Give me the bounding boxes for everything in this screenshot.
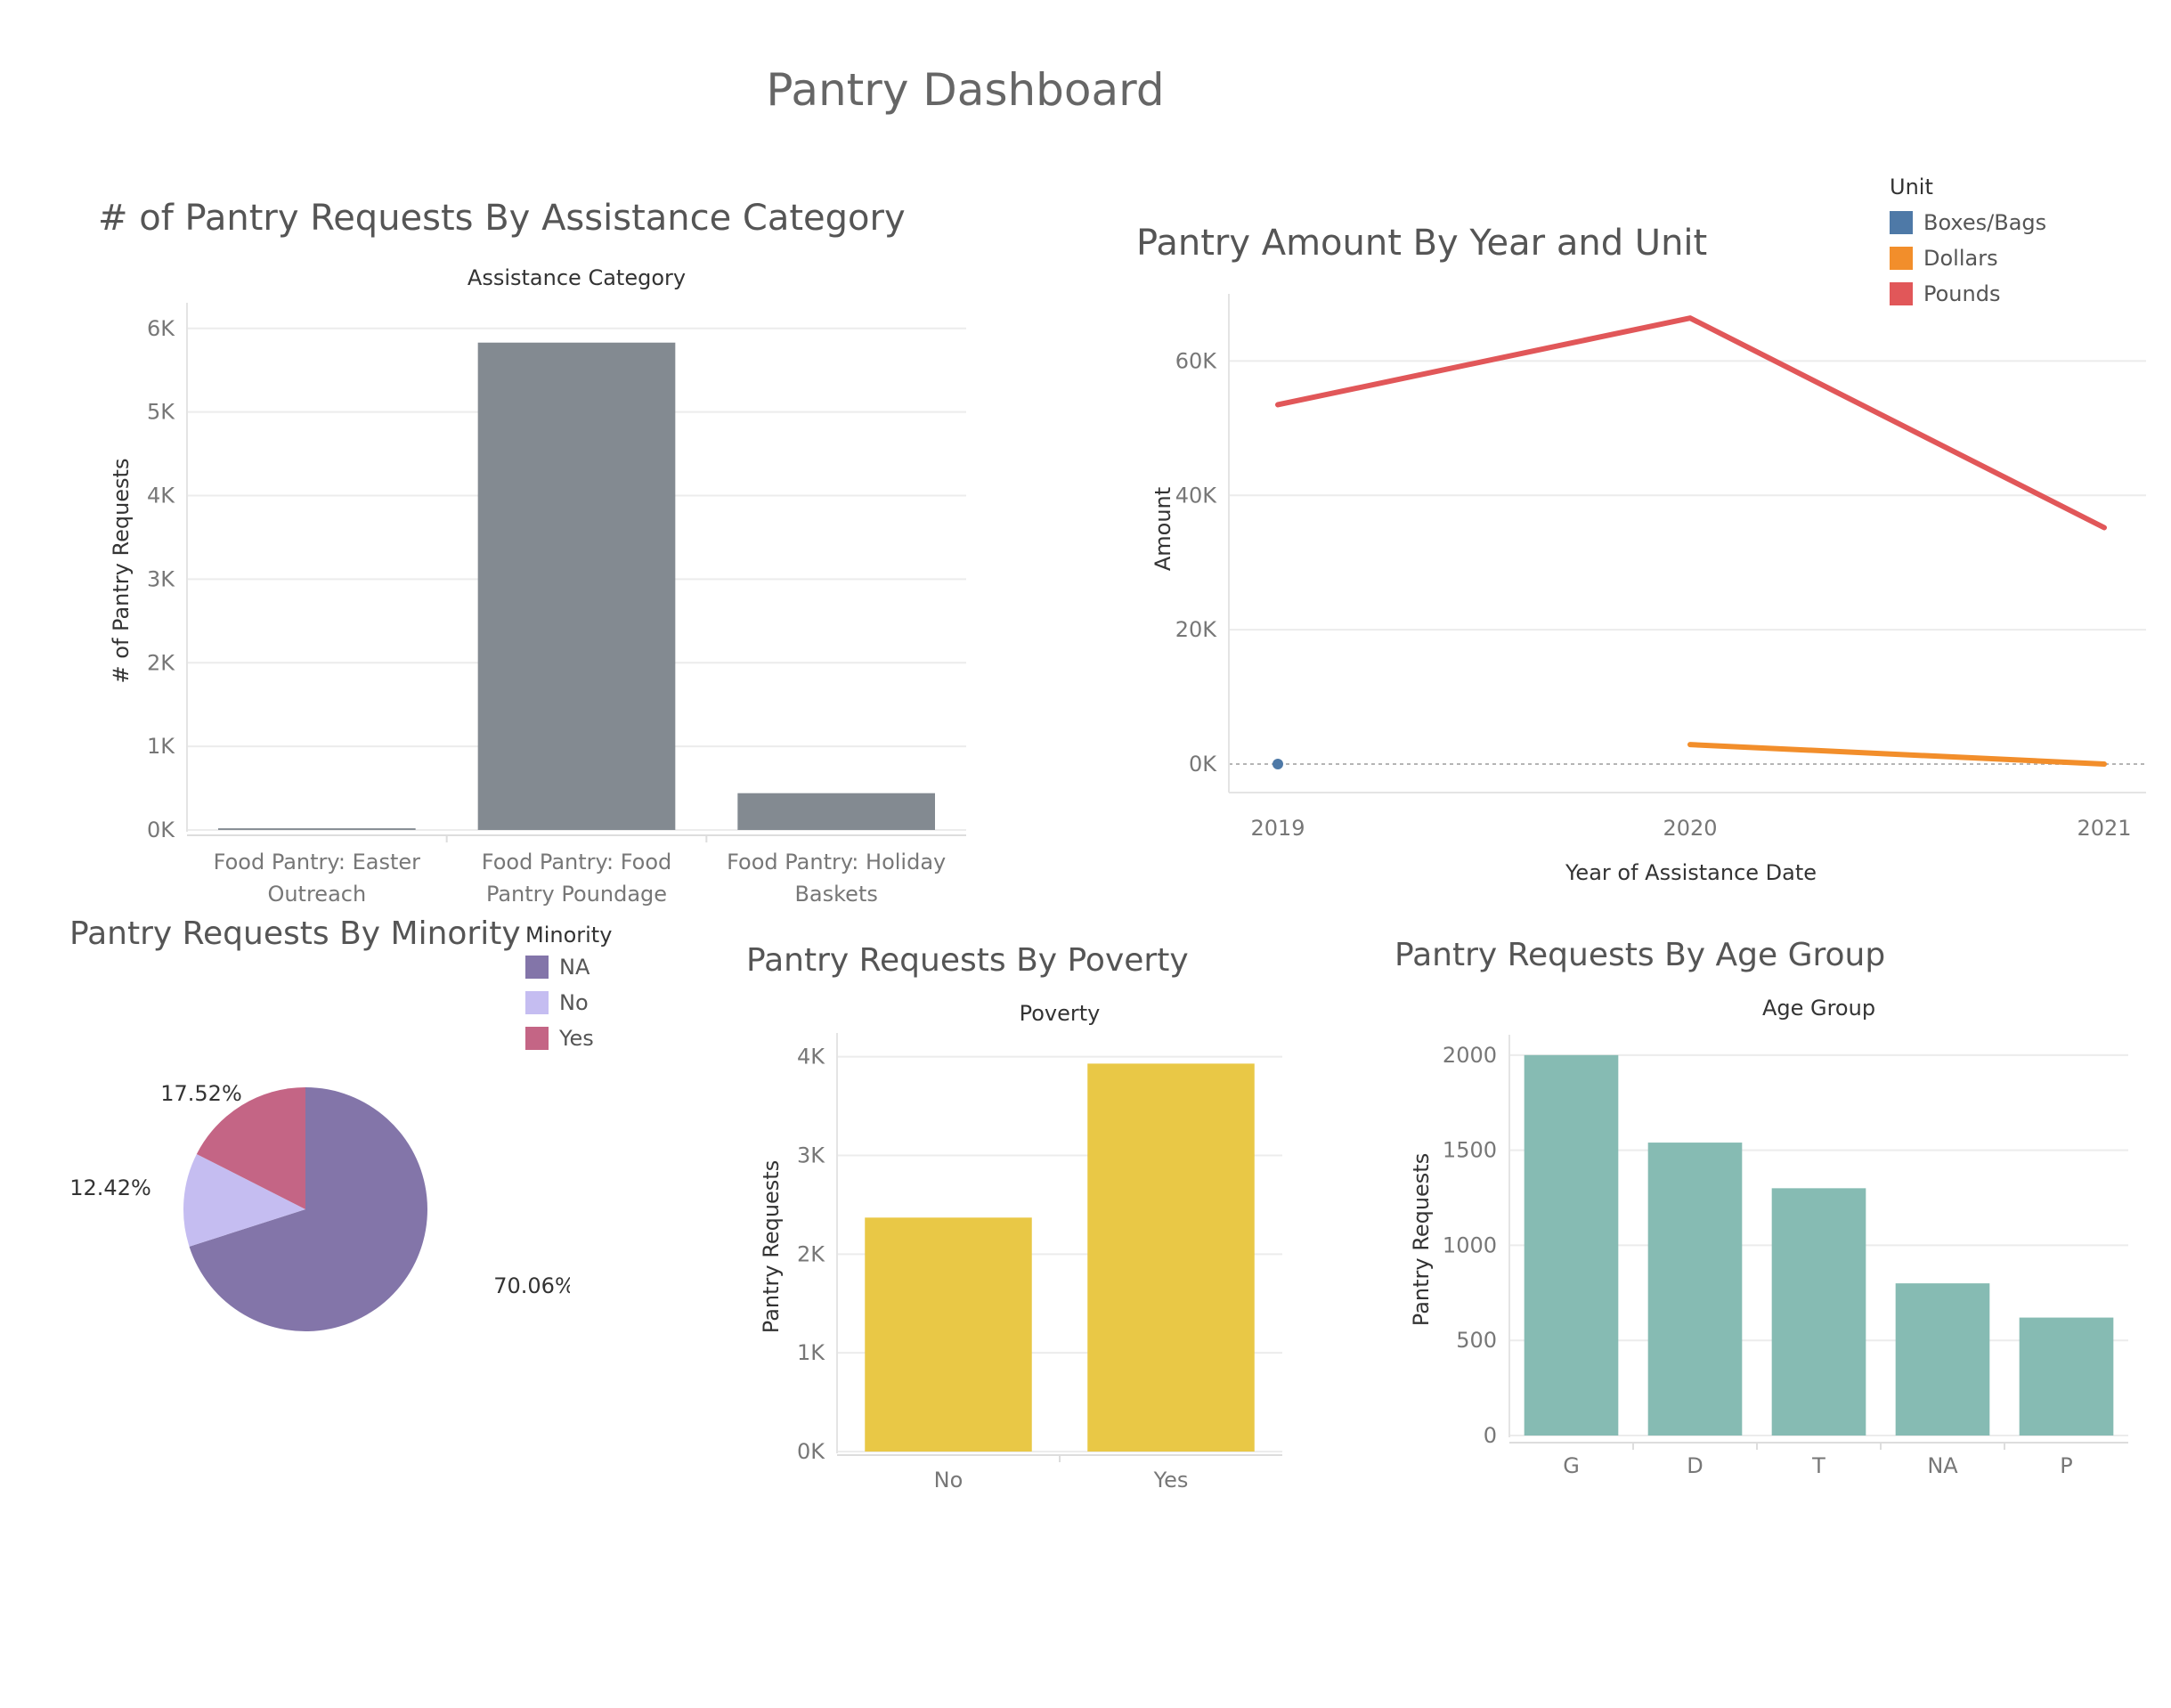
bar[interactable] bbox=[865, 1217, 1032, 1452]
bar[interactable] bbox=[1524, 1054, 1619, 1436]
y-tick-label: 20K bbox=[1175, 617, 1218, 642]
poverty-chart-title: Pantry Requests By Poverty bbox=[746, 942, 1189, 979]
y-tick-label: 60K bbox=[1175, 348, 1218, 373]
age-chart-title: Pantry Requests By Age Group bbox=[1394, 937, 1886, 973]
minority-legend-title: Minority bbox=[525, 923, 613, 948]
x-tick-label: 2020 bbox=[1663, 816, 1717, 841]
legend-label-no: No bbox=[559, 990, 589, 1015]
series-point[interactable] bbox=[1273, 759, 1283, 769]
x-tick-label: NA bbox=[1927, 1453, 1958, 1478]
x-tick-label: Food Pantry: Easter bbox=[214, 850, 420, 874]
legend-item-dollars[interactable]: Dollars bbox=[1890, 240, 2046, 276]
legend-item-no[interactable]: No bbox=[525, 985, 612, 1021]
slice-label: 12.42% bbox=[71, 1175, 151, 1200]
slice-label: 70.06% bbox=[493, 1273, 570, 1298]
age-bar-chart: Age Group 0 500 1000 1500 2000 Pantry Requests… bbox=[1409, 996, 2128, 1478]
y-axis-label: Pantry Requests bbox=[759, 1160, 784, 1333]
poverty-bar-chart: Poverty 0K 1K 2K 3K 4K Pantry Requests No Yes bbox=[759, 1001, 1282, 1492]
x-tick-label: No bbox=[934, 1468, 964, 1492]
bar[interactable] bbox=[1771, 1188, 1866, 1436]
legend-label-na: NA bbox=[559, 955, 590, 980]
minority-legend: Minority NA No Yes bbox=[525, 923, 612, 1056]
y-tick-label: 1K bbox=[147, 734, 175, 759]
series-line[interactable] bbox=[1687, 742, 2107, 767]
y-tick-label: 1K bbox=[797, 1340, 825, 1365]
bar[interactable] bbox=[218, 828, 416, 830]
x-axis-label: Year of Assistance Date bbox=[1565, 860, 1817, 885]
bar[interactable] bbox=[1087, 1063, 1255, 1452]
bar[interactable] bbox=[737, 793, 935, 830]
y-tick-label: 0K bbox=[1189, 752, 1217, 777]
y-tick-label: 2K bbox=[147, 650, 175, 675]
y-axis-label: Amount bbox=[1151, 487, 1175, 571]
y-tick-label: 1500 bbox=[1443, 1138, 1497, 1163]
legend-item-boxes-bags[interactable]: Boxes/Bags bbox=[1890, 205, 2046, 240]
y-tick-label: 3K bbox=[797, 1143, 825, 1167]
y-tick-label: 6K bbox=[147, 316, 175, 341]
chart-header: Poverty bbox=[1020, 1001, 1101, 1026]
x-tick-label: 2021 bbox=[2077, 816, 2131, 841]
y-tick-label: 4K bbox=[147, 484, 175, 508]
y-tick-label: 0K bbox=[147, 817, 175, 842]
bar[interactable] bbox=[1895, 1283, 1990, 1436]
minority-chart-title: Pantry Requests By Minority bbox=[69, 915, 521, 952]
x-tick-label: Food Pantry: Food bbox=[482, 850, 672, 874]
y-tick-label: 2000 bbox=[1443, 1043, 1497, 1068]
y-tick-label: 4K bbox=[797, 1045, 825, 1070]
assistance-chart-title: # of Pantry Requests By Assistance Categ… bbox=[98, 198, 906, 239]
y-tick-label: 0K bbox=[797, 1439, 825, 1464]
chart-header: Assistance Category bbox=[468, 265, 686, 290]
legend-label-dollars: Dollars bbox=[1923, 246, 1998, 271]
dollars-swatch bbox=[1890, 247, 1913, 270]
no-swatch bbox=[525, 991, 549, 1014]
bar[interactable] bbox=[477, 342, 676, 830]
y-tick-label: 500 bbox=[1456, 1328, 1497, 1353]
legend-label-boxes-bags: Boxes/Bags bbox=[1923, 210, 2047, 235]
boxes-bags-swatch bbox=[1890, 211, 1913, 234]
chart-header: Age Group bbox=[1762, 996, 1875, 1021]
y-axis-label: # of Pantry Requests bbox=[109, 459, 134, 684]
x-tick-label: T bbox=[1811, 1453, 1825, 1478]
y-tick-label: 40K bbox=[1175, 483, 1218, 508]
minority-pie-chart: 70.06% 12.42% 17.52% bbox=[71, 1081, 570, 1331]
x-tick-label: D bbox=[1687, 1453, 1703, 1478]
y-tick-label: 0 bbox=[1484, 1423, 1497, 1448]
na-swatch bbox=[525, 956, 549, 979]
y-tick-label: 3K bbox=[147, 566, 175, 591]
x-tick-label: 2019 bbox=[1250, 816, 1305, 841]
legend-item-na[interactable]: NA bbox=[525, 949, 612, 985]
x-tick-label: Baskets bbox=[794, 882, 877, 907]
bar[interactable] bbox=[1647, 1143, 1743, 1436]
y-tick-label: 2K bbox=[797, 1241, 825, 1266]
y-axis-label: Pantry Requests bbox=[1409, 1153, 1434, 1326]
unit-legend-title: Unit bbox=[1890, 175, 1933, 199]
bar[interactable] bbox=[2019, 1317, 2114, 1436]
x-tick-label: Food Pantry: Holiday bbox=[727, 850, 946, 874]
y-tick-label: 5K bbox=[147, 400, 175, 425]
slice-label: 17.52% bbox=[160, 1081, 242, 1106]
dashboard-title: Pantry Dashboard bbox=[766, 64, 1165, 116]
x-tick-label: P bbox=[2060, 1453, 2072, 1478]
yes-swatch bbox=[525, 1027, 549, 1050]
amount-chart-title: Pantry Amount By Year and Unit bbox=[1136, 223, 1708, 264]
y-tick-label: 1000 bbox=[1443, 1232, 1497, 1257]
x-tick-label: Pantry Poundage bbox=[486, 882, 667, 907]
x-tick-label: G bbox=[1563, 1453, 1580, 1478]
assistance-bar-chart: Assistance Category 0K 1K 2K 3K 4K 5K 6K # of Pa… bbox=[109, 265, 966, 907]
legend-label-yes: Yes bbox=[559, 1026, 594, 1051]
x-tick-label: Outreach bbox=[267, 882, 366, 907]
amount-line-chart: 0K 20K 40K 60K 2019 2020 2021 Year of Assistanc… bbox=[1151, 294, 2146, 885]
x-tick-label: Yes bbox=[1153, 1468, 1189, 1492]
